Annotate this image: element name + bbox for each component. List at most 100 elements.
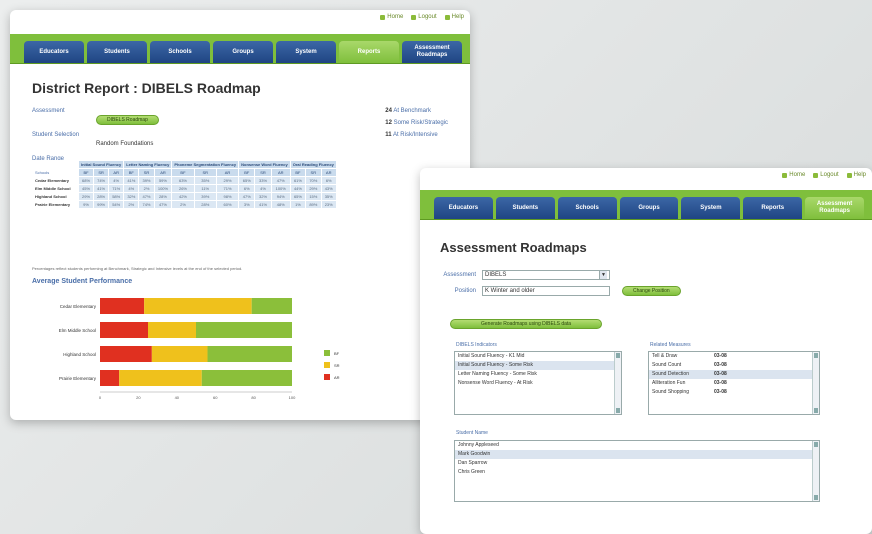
table-subheader: AR — [153, 168, 173, 177]
table-cell: 29% — [215, 176, 240, 185]
risk-link[interactable]: 12 Some Risk/Strategic — [385, 120, 448, 126]
performance-chart: Cedar Elementary Elm Middle School Highlan… — [59, 298, 340, 400]
table-cell: 100% — [270, 184, 291, 193]
table-cell: 41% — [93, 184, 110, 193]
table-row[interactable]: Prairie Elementary 9% 99% 54% 2% 74% 47% 2% 28% 6… — [32, 200, 337, 209]
info-value: DIBELS Roadmap — [96, 115, 159, 125]
chart-bar-ar — [100, 298, 145, 314]
indicators-scrollbar[interactable] — [614, 352, 621, 414]
measure-item[interactable]: Alliteration Fun 03-08 — [649, 379, 819, 388]
table-cell: 74% — [93, 176, 110, 185]
measures-scrollbar[interactable] — [812, 352, 819, 414]
table-cell: 29% — [77, 192, 95, 201]
tab-assessment-roadmaps[interactable]: Assessment Roadmaps — [402, 41, 462, 63]
measure-item[interactable]: Tell & Draw 03-08 — [649, 352, 819, 361]
table-cell: 26% — [171, 184, 195, 193]
indicator-item[interactable]: Initial Sound Fluency - Some Risk — [455, 361, 621, 370]
table-subheader: SR — [305, 168, 322, 177]
change-position-button[interactable]: Change Position — [622, 286, 681, 296]
indicators-list[interactable]: Initial Sound Fluency - K1 Mid Initial So… — [454, 351, 622, 415]
help-link[interactable]: Help — [444, 14, 464, 20]
student-item[interactable]: Dan Sparrow — [455, 459, 819, 468]
measures-list[interactable]: Tell & Draw 03-08 Sound Count 03-08 Sound De… — [648, 351, 820, 415]
student-item[interactable]: Chris Green — [455, 468, 819, 477]
measure-score: 03-08 — [714, 380, 727, 386]
table-cell: 2% — [138, 184, 155, 193]
home-link[interactable]: Home — [782, 172, 805, 178]
table-cell: 6% — [238, 184, 256, 193]
tab-reports[interactable]: Reports — [743, 197, 803, 219]
measure-item[interactable]: Sound Detection 03-08 — [649, 370, 819, 379]
tab-system[interactable]: System — [681, 197, 741, 219]
table-cell: 28% — [193, 200, 217, 209]
indicator-item[interactable]: Initial Sound Fluency - K1 Mid — [455, 352, 621, 361]
tab-schools[interactable]: Schools — [557, 197, 617, 219]
help-icon — [846, 172, 852, 178]
legend-label: SR — [334, 363, 340, 368]
table-subheader: SR — [193, 168, 217, 177]
measure-name: Sound Count — [652, 362, 682, 368]
assessment-select[interactable]: DIBELS ▼ — [482, 270, 610, 280]
home-link[interactable]: Home — [380, 14, 403, 20]
tab-students[interactable]: Students — [87, 41, 147, 63]
chart-x-tick: 100 — [289, 395, 296, 400]
chart-x-tick: 60 — [213, 395, 218, 400]
tab-groups[interactable]: Groups — [619, 197, 679, 219]
tab-educators[interactable]: Educators — [434, 197, 493, 219]
table-cell: 32% — [254, 192, 272, 201]
table-cell: 98% — [215, 192, 240, 201]
info-label[interactable]: Assessment — [32, 108, 96, 126]
position-row: Position K Winter and older Change Posit… — [440, 286, 681, 296]
position-field[interactable]: K Winter and older — [482, 286, 610, 296]
logout-link[interactable]: Logout — [411, 14, 437, 20]
tab-assessment-roadmaps[interactable]: Assessment Roadmaps — [805, 197, 865, 219]
tab-educators[interactable]: Educators — [24, 41, 84, 63]
student-item[interactable]: Johnny Appleseed — [455, 441, 819, 450]
table-cell: 41% — [123, 176, 140, 185]
table-footnote: Percentages reflect students performing … — [32, 266, 243, 271]
measure-name: Alliteration Fun — [652, 380, 686, 386]
chevron-down-icon: ▼ — [599, 271, 607, 279]
table-cell: 23% — [320, 200, 337, 209]
help-link[interactable]: Help — [846, 172, 866, 178]
table-subheader: BF — [77, 168, 95, 177]
table-cell: 100% — [153, 184, 173, 193]
table-cell: 99% — [93, 200, 110, 209]
tab-system[interactable]: System — [276, 41, 336, 63]
info-label[interactable]: Student Selection — [32, 132, 96, 150]
tab-schools[interactable]: Schools — [150, 41, 210, 63]
risk-links: 24 At Benchmark 12 Some Risk/Strategic 11 … — [385, 108, 448, 138]
table-row[interactable]: Highland School 29% 28% 58% 32% 47% 28% 42% 39% 9… — [32, 192, 337, 201]
generate-roadmaps-button[interactable]: Generate Roadmaps using DIBELS data — [450, 319, 603, 329]
table-row[interactable]: Elm Middle School 45% 41% 71% 4% 2% 100% 26% 11%… — [32, 184, 337, 193]
students-scrollbar[interactable] — [812, 441, 819, 501]
table-header-row: Initial Sound Fluency Letter Naming Fluen… — [32, 160, 337, 169]
chart-bar-bf — [207, 346, 292, 362]
tab-students[interactable]: Students — [495, 197, 555, 219]
chart-bar-bf — [251, 298, 292, 314]
table-cell: 33% — [254, 176, 272, 185]
indicator-item[interactable]: Nonsense Word Fluency - At Risk — [455, 379, 621, 388]
measure-item[interactable]: Sound Count 03-08 — [649, 361, 819, 370]
risk-link[interactable]: 24 At Benchmark — [385, 108, 448, 114]
measure-item[interactable]: Sound Shopping 03-08 — [649, 388, 819, 397]
table-cell: 47% — [153, 200, 173, 209]
risk-count: 11 — [385, 132, 392, 138]
tab-groups[interactable]: Groups — [213, 41, 273, 63]
table-row[interactable]: Cedar Elementary 68% 74% 4% 41% 39% 59% 63% 35% 2… — [32, 176, 337, 185]
tab-reports[interactable]: Reports — [339, 41, 399, 63]
measure-score: 03-08 — [714, 371, 727, 377]
risk-count: 24 — [385, 108, 392, 114]
table-cell: 28% — [153, 192, 173, 201]
table-cell: 41% — [254, 200, 272, 209]
student-item[interactable]: Mark Goodwin — [455, 450, 819, 459]
chart-x-tick: 80 — [251, 395, 256, 400]
chart-category-label: Cedar Elementary — [60, 304, 97, 309]
logout-link[interactable]: Logout — [813, 172, 839, 178]
students-list[interactable]: Johnny Appleseed Mark Goodwin Dan Sparrow C… — [454, 440, 820, 502]
indicator-item[interactable]: Letter Naming Fluency - Some Risk — [455, 370, 621, 379]
table-cell: 4% — [108, 176, 125, 185]
school-name: Cedar Elementary — [32, 176, 79, 185]
table-cell: 29% — [305, 184, 322, 193]
risk-link[interactable]: 11 At Risk/Intensive — [385, 132, 448, 138]
